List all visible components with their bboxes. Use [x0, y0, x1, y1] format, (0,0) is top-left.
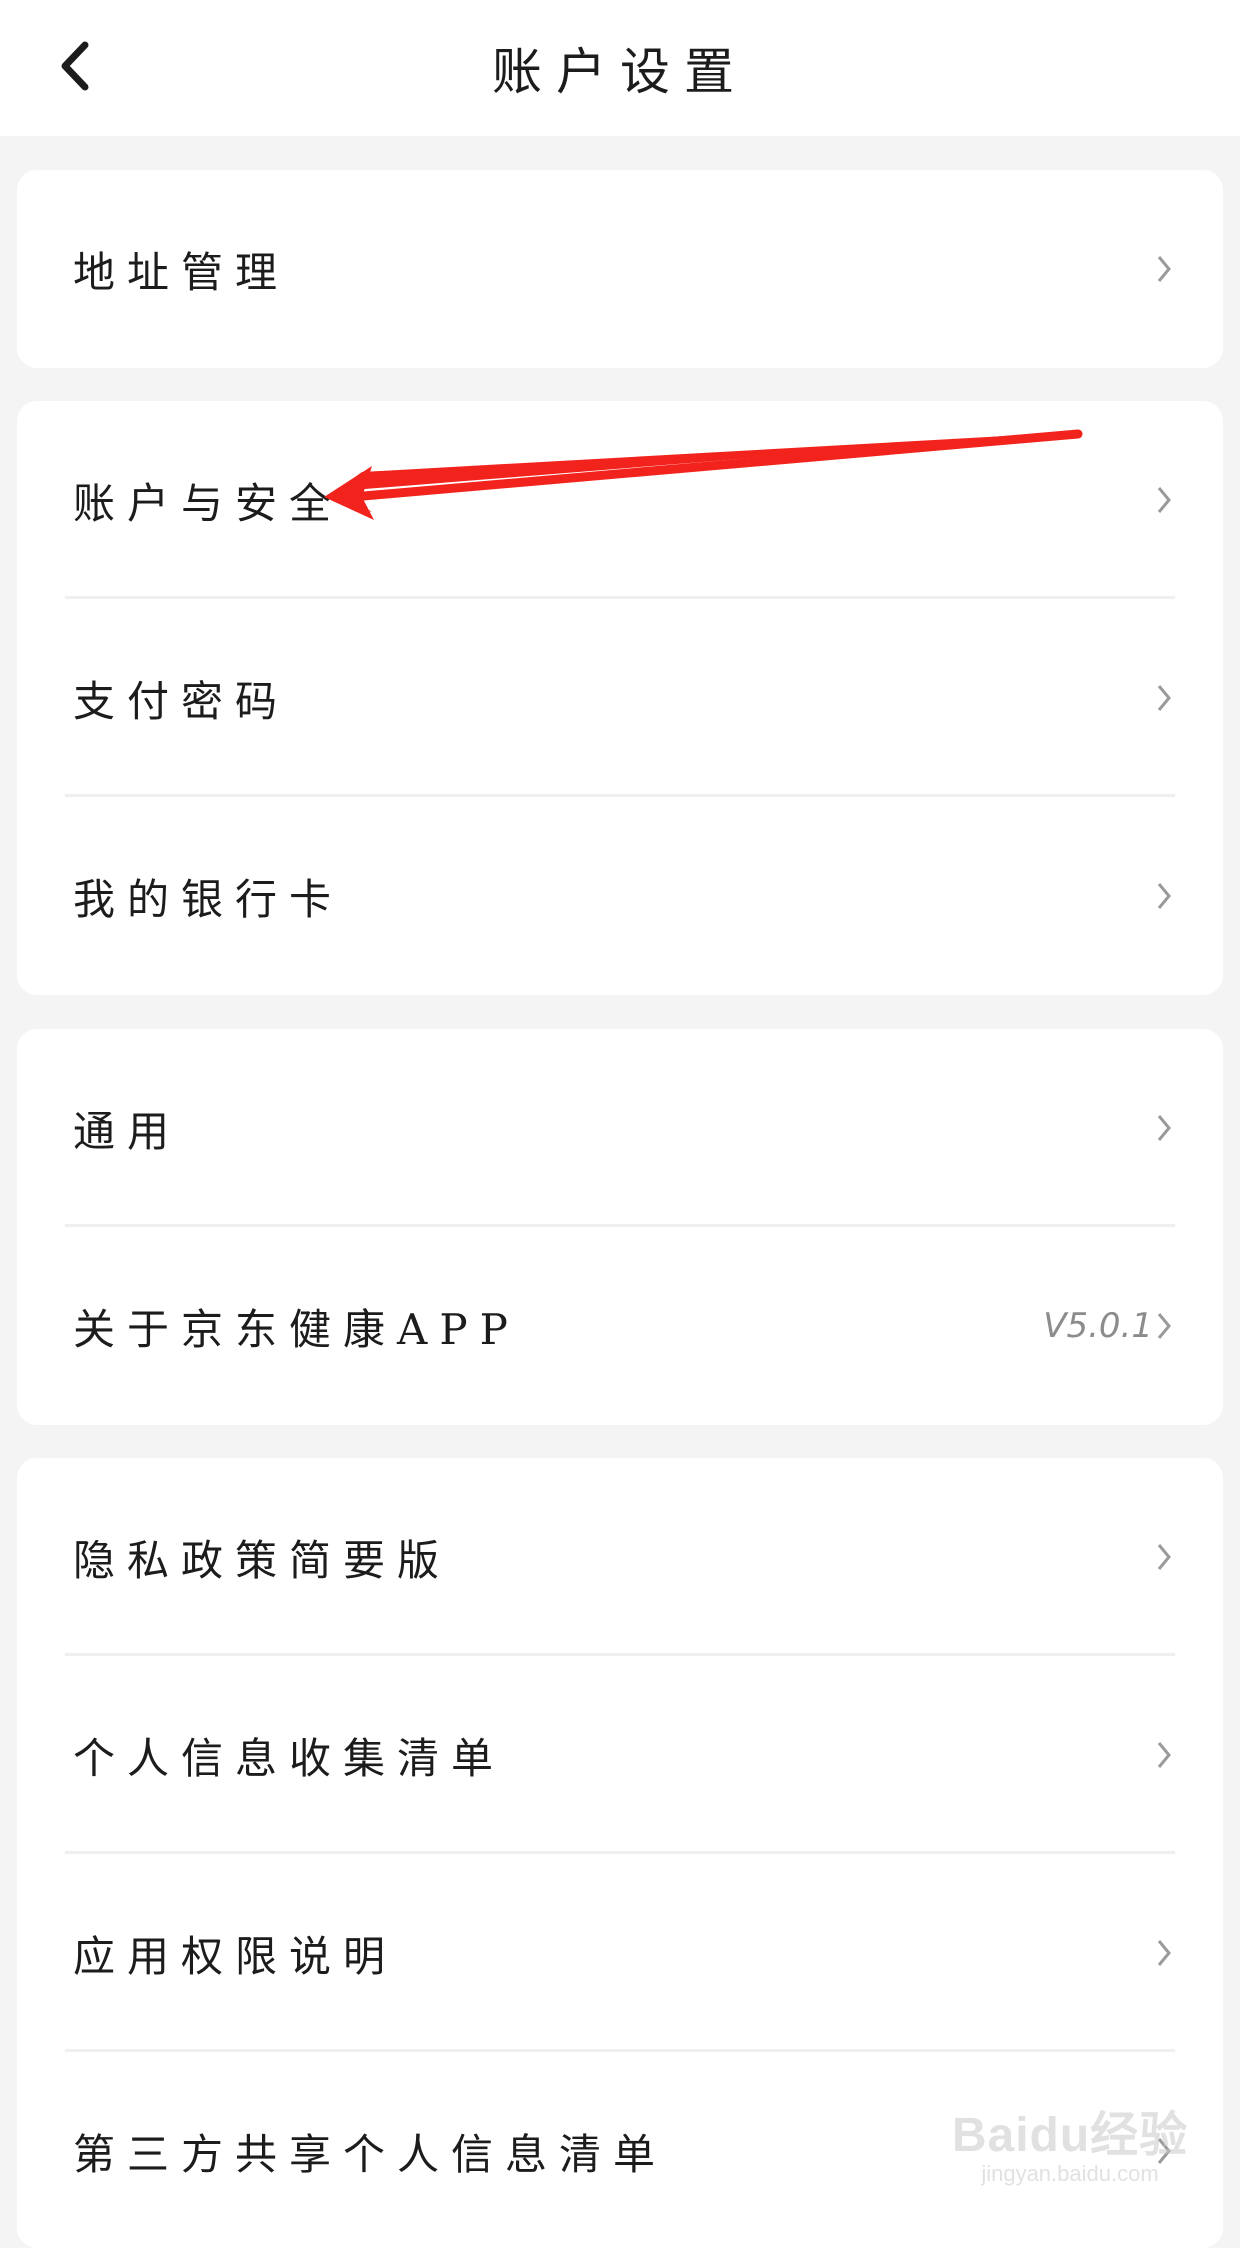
row-bank-cards[interactable]: 我的银行卡	[17, 797, 1223, 995]
row-label: 支付密码	[73, 676, 290, 726]
app-version: V5.0.1	[1043, 1306, 1153, 1346]
row-address-management[interactable]: 地址管理	[17, 170, 1223, 368]
settings-group-general: 通用 关于京东健康APP V5.0.1	[17, 1029, 1223, 1425]
row-label: 地址管理	[73, 247, 290, 297]
row-about-app[interactable]: 关于京东健康APP V5.0.1	[17, 1227, 1223, 1425]
row-label: 第三方共享个人信息清单	[73, 2129, 668, 2179]
row-label: 账户与安全	[73, 478, 344, 528]
row-payment-password[interactable]: 支付密码	[17, 599, 1223, 797]
settings-group-address: 地址管理	[17, 170, 1223, 368]
chevron-right-icon	[1157, 2138, 1171, 2164]
row-label: 应用权限说明	[73, 1931, 398, 1981]
chevron-right-icon	[1157, 883, 1171, 909]
chevron-right-icon	[1157, 1544, 1171, 1570]
row-third-party-sharing[interactable]: 第三方共享个人信息清单	[17, 2052, 1223, 2248]
chevron-right-icon	[1157, 1115, 1171, 1141]
row-label: 隐私政策简要版	[73, 1535, 452, 1585]
row-label: 关于京东健康APP	[73, 1304, 520, 1354]
settings-group-security: 账户与安全 支付密码 我的银行卡	[17, 401, 1223, 995]
chevron-right-icon	[1157, 256, 1171, 282]
page-title: 账户设置	[492, 43, 748, 101]
row-app-permissions[interactable]: 应用权限说明	[17, 1854, 1223, 2052]
settings-group-privacy: 隐私政策简要版 个人信息收集清单 应用权限说明 第三方共享个人信息清单	[17, 1458, 1223, 2248]
row-privacy-policy-summary[interactable]: 隐私政策简要版	[17, 1458, 1223, 1656]
chevron-right-icon	[1157, 487, 1171, 513]
row-account-security[interactable]: 账户与安全	[17, 401, 1223, 599]
nav-bar: 账户设置	[0, 0, 1240, 136]
row-personal-info-list[interactable]: 个人信息收集清单	[17, 1656, 1223, 1854]
row-label: 我的银行卡	[73, 874, 344, 924]
row-label: 通用	[73, 1106, 182, 1156]
chevron-right-icon	[1157, 1742, 1171, 1768]
chevron-right-icon	[1157, 1313, 1171, 1339]
chevron-right-icon	[1157, 685, 1171, 711]
row-label: 个人信息收集清单	[73, 1733, 506, 1783]
chevron-right-icon	[1157, 1940, 1171, 1966]
row-general[interactable]: 通用	[17, 1029, 1223, 1227]
